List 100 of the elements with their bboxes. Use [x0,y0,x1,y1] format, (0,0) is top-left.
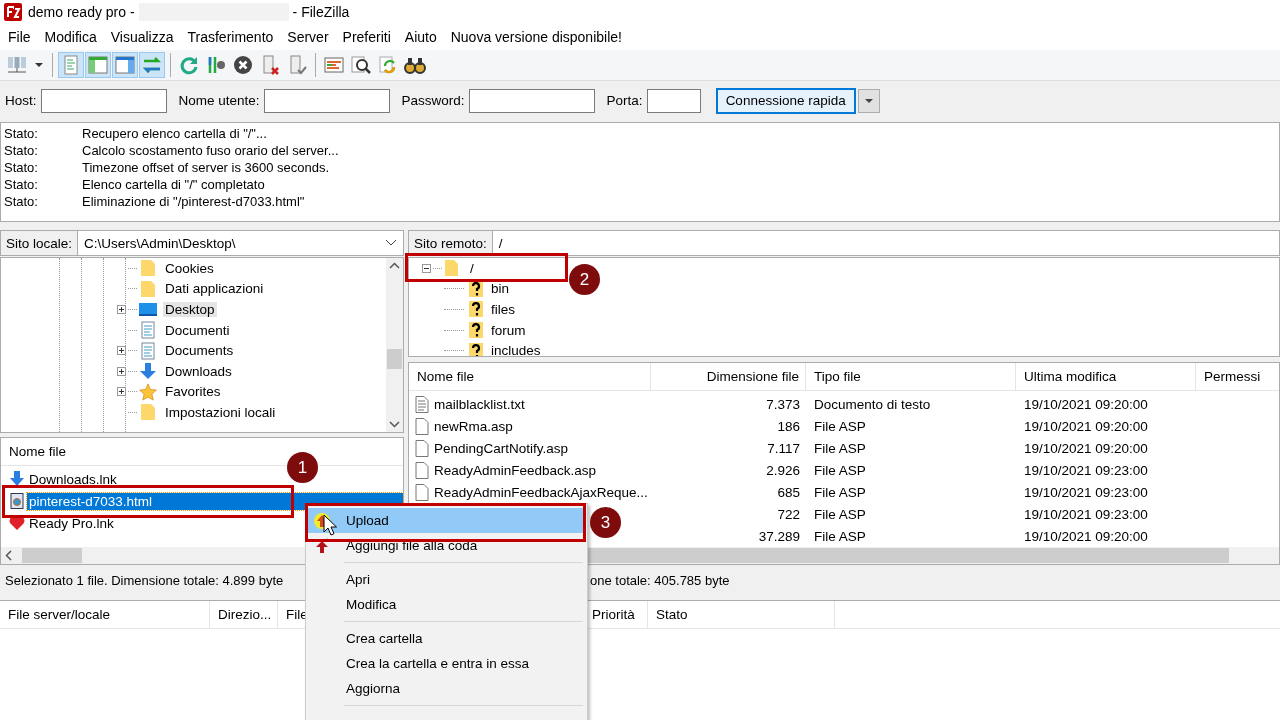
input-field[interactable] [40,88,167,113]
modified-date: 19/10/2021 09:20:00 [1023,440,1149,456]
input-field[interactable] [646,88,701,113]
modified-date: 19/10/2021 09:20:00 [1023,528,1149,544]
tree-item[interactable]: / [466,260,476,276]
file-name[interactable]: pinterest-d7033.html [27,492,403,510]
column-header[interactable]: Permessi [1196,363,1279,390]
scrollbar[interactable] [386,258,403,432]
menu-item[interactable]: Modifica [37,29,104,45]
path-label: Sito locale: [1,231,79,255]
file-size: 186 [776,418,801,434]
tree-item[interactable]: bin [489,281,511,297]
column-header[interactable]: Dimensione file [651,363,806,390]
tree-item[interactable]: includes [489,343,543,356]
status-text: one totale: 405.785 byte [590,572,730,588]
log-label: Stato: [4,126,39,141]
menu-item[interactable]: Preferiti [335,29,398,45]
folder-icon [444,259,460,278]
down-arrow-icon [139,362,157,381]
tree-item[interactable]: Cookies [163,260,216,276]
toolbar-panel-icon[interactable] [85,52,111,78]
input-field[interactable] [263,88,390,113]
file-name[interactable]: newRma.asp [434,418,513,434]
expand-icon[interactable] [117,387,126,397]
column-header[interactable]: Nome file [1,438,67,465]
mouse-cursor-icon [323,514,337,536]
toolbar-panel-icon[interactable] [112,52,138,78]
modified-date: 19/10/2021 09:23:00 [1023,484,1149,500]
dropdown-button[interactable] [857,88,880,113]
file-type: File ASP [813,462,867,478]
expand-icon[interactable] [117,305,126,314]
unknown-folder-icon [468,300,484,319]
tree-item[interactable]: Documents [163,343,236,359]
tree-item[interactable]: Dati applicazioni [163,281,266,297]
menu-item[interactable]: Apri [308,567,585,592]
folder-icon [139,279,157,298]
file-name[interactable]: ReadyAdminFeedbackAjaxReque... [434,484,648,500]
file-size: 685 [776,484,801,500]
log-label: Stato: [4,143,39,158]
field-label: Nome utente: [178,93,260,108]
monitor-icon [139,300,157,319]
tree-item[interactable]: Favorites [163,384,223,400]
menu-item[interactable]: Aggiorna [308,676,585,701]
window-title: - FileZilla [292,4,350,20]
menu-item[interactable]: Crea cartella [308,626,585,651]
file-name[interactable]: mailblacklist.txt [434,396,525,412]
file-name[interactable]: ReadyAdminFeedback.asp [434,462,597,478]
scroll-thumb[interactable] [387,349,402,369]
file-size: 7.117 [766,440,801,456]
column-header[interactable]: Tipo file [806,363,1016,390]
document-icon [139,321,157,340]
column-header[interactable]: Stato [648,601,835,628]
menu-item[interactable]: Crea la cartella e entra in essa [308,651,585,676]
menu-item[interactable]: Trasferimento [180,29,281,45]
menu-item[interactable]: File [1,29,38,45]
input-field[interactable] [468,88,595,113]
scroll-thumb[interactable] [22,548,82,563]
collapse-icon[interactable] [422,263,431,273]
menu-item[interactable]: Nuova versione disponibile! [443,29,629,45]
file-icon [415,461,429,479]
menu-item[interactable]: Upload [308,508,585,533]
document-icon [139,341,157,360]
menu-item[interactable]: Aiuto [397,29,444,45]
log-message: Eliminazione di "/pinterest-d7033.html" [82,194,305,209]
tree-item[interactable]: forum [489,322,528,338]
tree-item[interactable]: Impostazioni locali [163,404,278,420]
file-size: 722 [776,506,801,522]
log-label: Stato: [4,194,39,209]
toolbar-arrows-icon[interactable] [139,52,165,78]
expand-icon[interactable] [117,346,126,356]
column-header[interactable]: Nome file [409,363,651,390]
file-name[interactable]: PendingCartNotify.asp [434,440,569,456]
file-type: File ASP [813,506,867,522]
menu-item[interactable]: Server [280,29,336,45]
web-page-icon [9,493,25,509]
log-label: Stato: [4,177,39,192]
status-text: Selezionato 1 file. Dimensione totale: 4.899 byte [5,572,284,588]
tree-item[interactable]: Documenti [163,322,232,338]
app-logo-icon [4,3,22,21]
tree-item[interactable]: files [489,302,517,317]
tree-item[interactable]: Desktop [163,302,217,317]
file-icon [415,417,429,435]
star-icon [139,382,157,401]
menu-item[interactable]: Modifica [308,592,585,617]
chevron-down-icon [385,239,397,247]
menu-item[interactable]: Visualizza [103,29,181,45]
expand-icon[interactable] [117,366,126,376]
modified-date: 19/10/2021 09:23:00 [1023,506,1149,522]
field-label: Host: [5,93,37,108]
column-header[interactable]: Direzio... [210,601,278,628]
heart-icon [9,515,25,531]
tree-item[interactable]: Downloads [163,363,234,379]
column-header[interactable]: Ultima modifica [1016,363,1196,390]
field-label: Porta: [606,93,643,108]
file-size: 7.373 [765,396,801,412]
column-header[interactable]: File server/locale [0,601,210,628]
caret-icon [863,97,874,104]
log-message: Calcolo scostamento fuso orario del server... [82,143,339,158]
log-message: Recupero elenco cartella di "/"... [82,126,267,141]
quickconnect-button[interactable]: Connessione rapida [715,87,856,114]
